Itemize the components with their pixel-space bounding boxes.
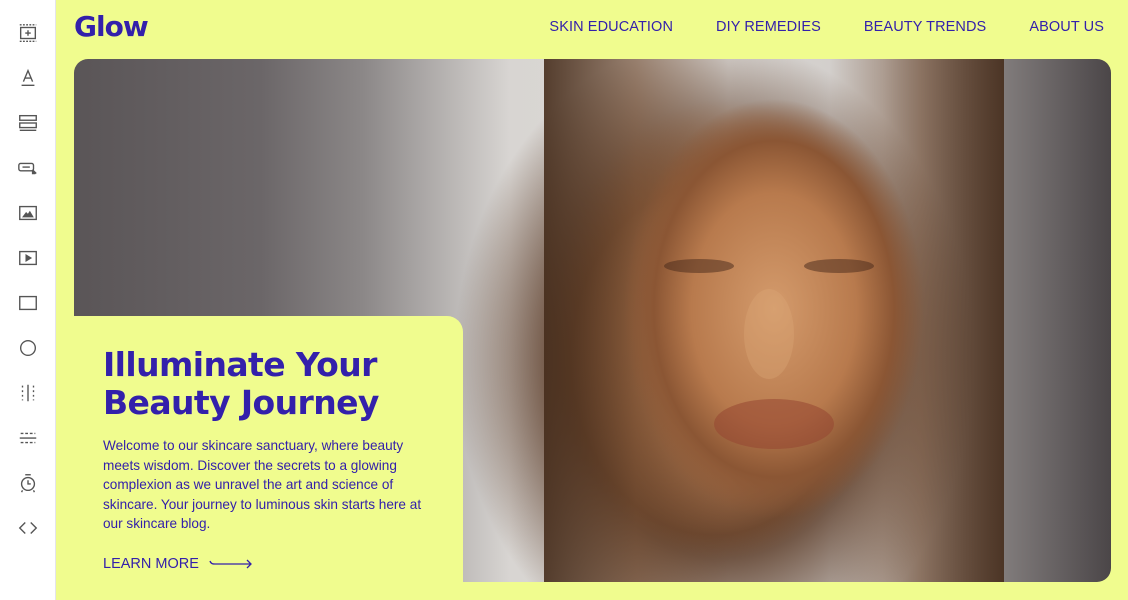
nav-link-about-us[interactable]: ABOUT US	[1029, 19, 1104, 35]
add-section-tool[interactable]	[16, 21, 40, 45]
video-tool[interactable]	[16, 246, 40, 270]
site-logo[interactable]: Glow	[74, 10, 149, 43]
button-icon	[18, 162, 37, 175]
nav-link-beauty-trends[interactable]: BEAUTY TRENDS	[864, 19, 986, 35]
headline-line-2: Beauty Journey	[103, 383, 379, 422]
hero-text-card: Illuminate Your Beauty Journey Welcome t…	[74, 316, 463, 582]
text-tool[interactable]	[16, 66, 40, 90]
right-eye	[804, 259, 874, 273]
horizontal-divider-icon	[19, 432, 37, 444]
circle-tool[interactable]	[16, 336, 40, 360]
button-tool[interactable]	[16, 156, 40, 180]
timer-tool[interactable]	[16, 471, 40, 495]
horizontal-divider-tool[interactable]	[16, 426, 40, 450]
long-arrow-right-icon	[209, 559, 252, 569]
layout-rows-icon	[19, 114, 37, 132]
hero-headline: Illuminate Your Beauty Journey	[103, 346, 379, 422]
timer-icon	[20, 474, 36, 493]
image-tool[interactable]	[16, 201, 40, 225]
main-nav: SKIN EDUCATION DIY REMEDIES BEAUTY TREND…	[549, 19, 1104, 35]
image-icon	[19, 205, 37, 221]
text-icon	[21, 68, 35, 87]
rectangle-tool[interactable]	[16, 291, 40, 315]
add-section-icon	[19, 24, 37, 42]
circle-icon	[19, 339, 37, 357]
nose	[744, 289, 794, 379]
page-canvas: Glow SKIN EDUCATION DIY REMEDIES BEAUTY …	[56, 0, 1128, 600]
nav-link-diy-remedies[interactable]: DIY REMEDIES	[716, 19, 821, 35]
layout-tool[interactable]	[16, 111, 40, 135]
lips	[714, 399, 834, 449]
code-tool[interactable]	[16, 516, 40, 540]
learn-more-link[interactable]: LEARN MORE	[103, 556, 253, 572]
nav-link-skin-education[interactable]: SKIN EDUCATION	[549, 19, 673, 35]
hero-portrait	[544, 59, 1004, 582]
left-eye	[664, 259, 734, 273]
learn-more-label: LEARN MORE	[103, 556, 199, 572]
vertical-divider-icon	[21, 384, 35, 402]
editor-toolbar	[0, 0, 56, 600]
video-icon	[19, 250, 37, 266]
headline-line-1: Illuminate Your	[103, 345, 377, 384]
vertical-divider-tool[interactable]	[16, 381, 40, 405]
rectangle-icon	[19, 295, 37, 311]
code-icon	[18, 522, 38, 534]
hero-description: Welcome to our skincare sanctuary, where…	[103, 438, 422, 531]
